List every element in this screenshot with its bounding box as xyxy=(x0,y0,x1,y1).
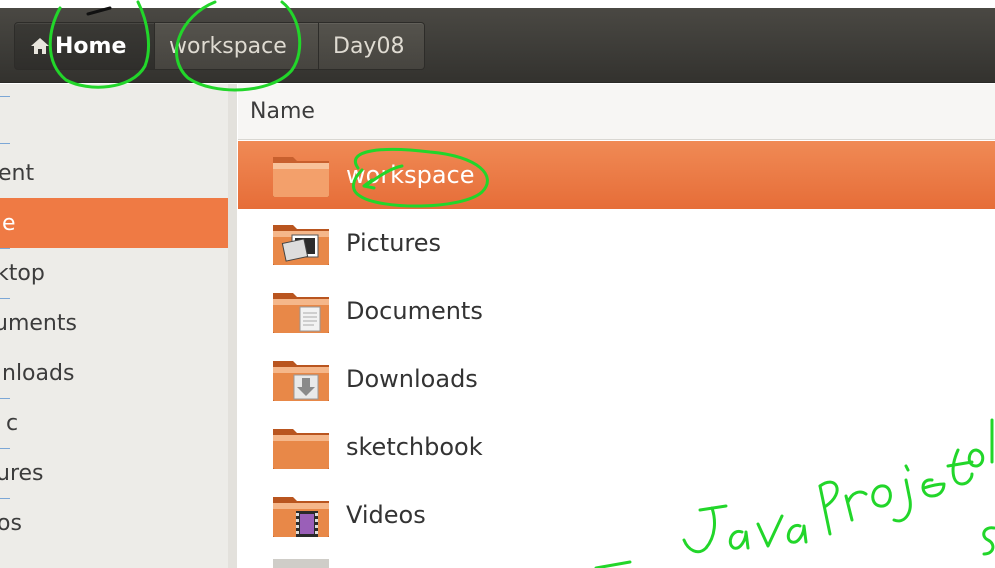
sidebar-item-desktop[interactable]: ktop xyxy=(0,248,228,298)
edge-mark xyxy=(0,298,10,299)
edge-mark xyxy=(0,498,10,499)
breadcrumb-day08-label: Day08 xyxy=(333,33,405,59)
file-row-sketchbook[interactable]: sketchbook xyxy=(238,413,995,481)
breadcrumb-home[interactable]: Home xyxy=(14,22,155,70)
file-list: Name workspace Pictures Documents Downlo… xyxy=(238,84,995,568)
file-row-downloads[interactable]: Downloads xyxy=(238,345,995,413)
sidebar-item-label: ent xyxy=(0,160,35,186)
edge-mark xyxy=(0,143,10,144)
file-row-videos[interactable]: Videos xyxy=(238,481,995,549)
sidebar-item-label: uments xyxy=(0,310,77,336)
sidebar-item-downloads[interactable]: nloads xyxy=(0,348,228,398)
sidebar-item-home[interactable]: e xyxy=(0,198,228,248)
folder-videos-icon xyxy=(273,497,329,537)
file-name: Documents xyxy=(346,297,483,325)
file-row-workspace[interactable]: workspace xyxy=(238,141,995,209)
edge-mark xyxy=(0,448,10,449)
folder-icon xyxy=(273,157,329,197)
sidebar-item-music[interactable]: c xyxy=(0,398,228,448)
file-name: Pictures xyxy=(346,229,442,257)
file-row-partial[interactable] xyxy=(238,549,995,568)
top-strip xyxy=(0,0,995,8)
folder-icon xyxy=(273,429,329,469)
breadcrumb-home-label: Home xyxy=(55,33,127,59)
sidebar: ent e ktop uments nloads c ures os xyxy=(0,84,237,568)
sidebar-item-pictures[interactable]: ures xyxy=(0,448,228,498)
sidebar-item-label: os xyxy=(0,510,22,536)
location-toolbar: Home workspace Day08 xyxy=(0,8,995,83)
file-row-pictures[interactable]: Pictures xyxy=(238,209,995,277)
breadcrumb-day08[interactable]: Day08 xyxy=(319,22,425,70)
file-name: sketchbook xyxy=(346,433,483,461)
sidebar-item-label: ures xyxy=(0,460,44,486)
column-header-label: Name xyxy=(250,99,315,124)
breadcrumb-workspace[interactable]: workspace xyxy=(155,22,319,70)
edge-mark xyxy=(0,96,10,97)
folder-documents-icon xyxy=(273,293,329,333)
breadcrumb-workspace-label: workspace xyxy=(169,33,287,59)
sidebar-item-documents[interactable]: uments xyxy=(0,298,228,348)
folder-downloads-icon xyxy=(273,361,329,401)
edge-mark xyxy=(0,398,10,399)
sidebar-item-label: e xyxy=(2,210,16,236)
sidebar-item-recent[interactable]: ent xyxy=(0,148,228,198)
sidebar-item-videos[interactable]: os xyxy=(0,498,228,548)
file-row-documents[interactable]: Documents xyxy=(238,277,995,345)
sidebar-item-label: c xyxy=(6,410,19,436)
sidebar-item-label: nloads xyxy=(2,360,75,386)
file-name: Videos xyxy=(346,501,426,529)
home-icon xyxy=(31,38,49,54)
file-name: workspace xyxy=(346,161,475,189)
column-header-name[interactable]: Name xyxy=(238,84,995,140)
breadcrumb: Home workspace Day08 xyxy=(14,22,425,70)
sidebar-item-label: ktop xyxy=(0,260,45,286)
file-name: Downloads xyxy=(346,365,478,393)
sidebar-scrollbar[interactable] xyxy=(228,84,237,568)
folder-icon xyxy=(273,559,329,568)
edge-mark xyxy=(0,248,10,249)
folder-pictures-icon xyxy=(273,225,329,265)
